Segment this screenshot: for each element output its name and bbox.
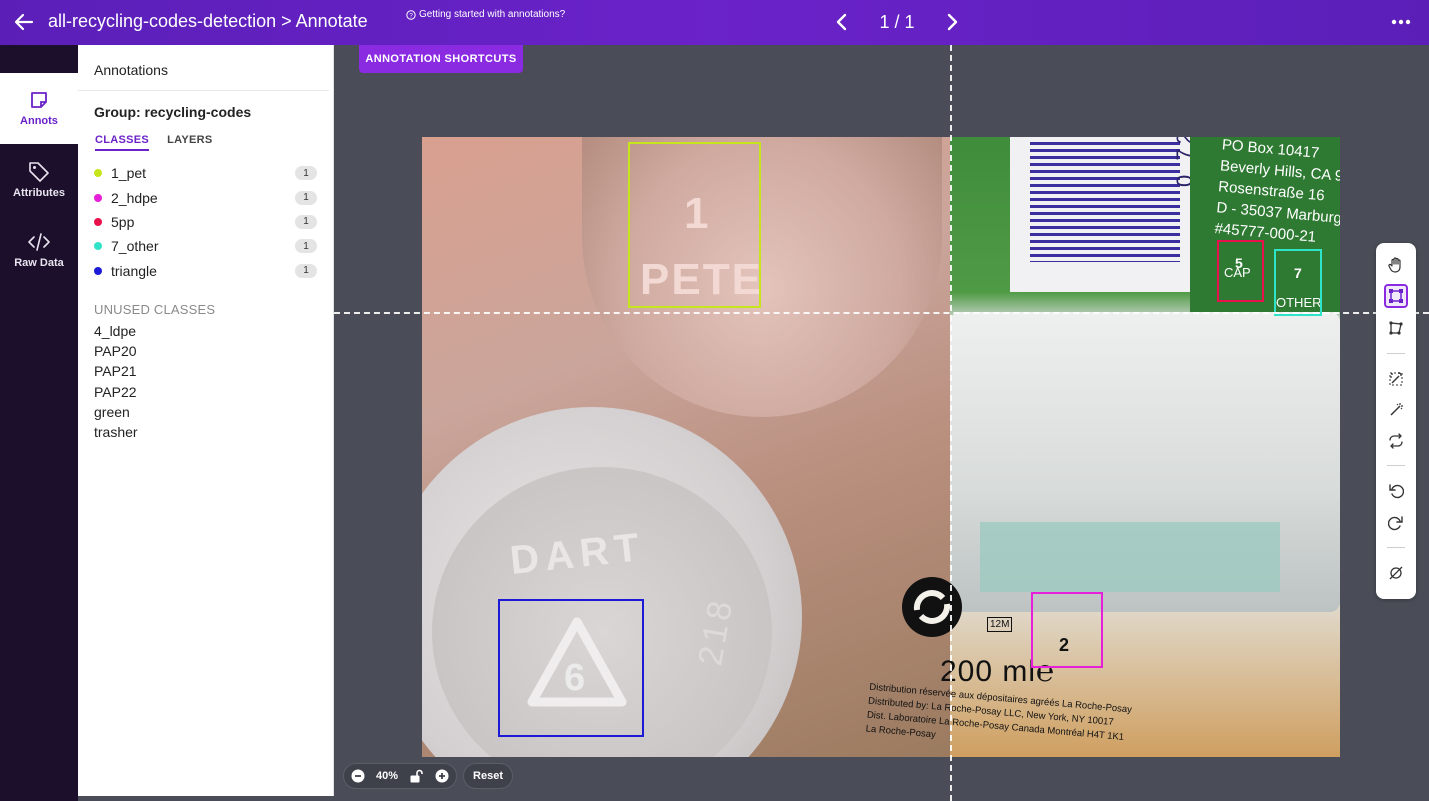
- arrow-left-icon[interactable]: [12, 10, 36, 34]
- class-color-dot: [94, 193, 102, 202]
- chevron-right-icon[interactable]: [940, 8, 964, 36]
- note-icon: [31, 92, 47, 108]
- class-color-dot: [94, 266, 102, 275]
- bbox-1-pet[interactable]: [628, 142, 761, 308]
- nav-item-label: Attributes: [13, 187, 65, 199]
- reset-zoom-button[interactable]: Reset: [463, 763, 513, 789]
- help-link[interactable]: ? Getting started with annotations?: [406, 9, 565, 20]
- class-color-dot: [94, 242, 102, 251]
- pager: 1 / 1: [830, 8, 964, 36]
- nav-item-attributes[interactable]: Attributes: [0, 144, 78, 215]
- toolbar-divider: [1387, 465, 1405, 466]
- hide-icon[interactable]: [1384, 561, 1408, 585]
- class-color-dot: [94, 217, 102, 226]
- bbox-triangle[interactable]: [498, 599, 644, 737]
- unused-class-item[interactable]: trasher: [94, 424, 317, 444]
- class-list: 1_pet 1 2_hdpe 1 5pp 1 7_other 1 triangl…: [78, 151, 333, 283]
- class-name: triangle: [111, 262, 157, 279]
- class-name: 1_pet: [111, 165, 147, 182]
- class-name: 7_other: [111, 238, 159, 255]
- bbox-7-other[interactable]: [1274, 249, 1322, 316]
- zoom-out-icon[interactable]: [350, 768, 366, 784]
- barcode: [1030, 142, 1180, 262]
- toolbar-divider: [1387, 547, 1405, 548]
- class-count-badge: 1: [295, 263, 317, 278]
- undo-icon[interactable]: [1384, 479, 1408, 503]
- nav-item-raw-data[interactable]: Raw Data: [0, 215, 78, 286]
- class-row-5pp[interactable]: 5pp 1: [94, 210, 317, 234]
- zoom-controls: 40% Reset: [343, 763, 513, 789]
- class-count-badge: 1: [295, 239, 317, 254]
- zoom-level: 40%: [376, 770, 399, 782]
- unused-class-item[interactable]: PAP21: [94, 363, 317, 383]
- code-icon: [28, 233, 50, 251]
- nav-item-label: Annots: [20, 115, 58, 127]
- page-counter: 1 / 1: [879, 11, 915, 32]
- class-name: 5pp: [111, 213, 135, 230]
- class-name: 2_hdpe: [111, 189, 158, 206]
- chevron-left-icon[interactable]: [830, 8, 854, 36]
- class-row-triangle[interactable]: triangle 1: [94, 259, 317, 283]
- left-nav: Annots Attributes Raw Data: [0, 45, 78, 801]
- zoom-in-icon[interactable]: [434, 768, 450, 784]
- class-color-dot: [94, 169, 102, 178]
- unused-class-item[interactable]: 4_ldpe: [94, 323, 317, 343]
- tool-palette: [1376, 243, 1416, 599]
- tab-layers[interactable]: LAYERS: [167, 134, 212, 151]
- annotation-canvas[interactable]: ANNOTATION SHORTCUTS PETE 1 DART 218 6 0…: [334, 45, 1429, 801]
- hand-pan-icon[interactable]: [1384, 253, 1408, 277]
- bounding-box-icon[interactable]: [1384, 284, 1408, 308]
- toolbar-divider: [1387, 353, 1405, 354]
- tag-icon: [29, 162, 49, 182]
- address-text: PO Box 10417 Beverly Hills, CA 90213 Ros…: [1213, 137, 1340, 246]
- polygon-icon[interactable]: [1384, 316, 1408, 340]
- class-count-badge: 1: [295, 214, 317, 229]
- crosshair-vertical: [950, 45, 952, 801]
- class-count-badge: 1: [295, 190, 317, 205]
- annotations-panel: Annotations Group: recycling-codes CLASS…: [78, 45, 334, 796]
- class-row-2-hdpe[interactable]: 2_hdpe 1: [94, 185, 317, 209]
- period-after-opening: 12M: [987, 617, 1013, 632]
- panel-tabs: CLASSES LAYERS: [78, 120, 333, 151]
- bbox-5pp[interactable]: [1217, 240, 1264, 302]
- unused-class-item[interactable]: PAP22: [94, 384, 317, 404]
- nav-spacer: [0, 45, 78, 73]
- lock-open-icon[interactable]: [408, 768, 424, 784]
- panel-title: Annotations: [78, 45, 329, 91]
- unused-class-item[interactable]: green: [94, 404, 317, 424]
- tab-classes[interactable]: CLASSES: [95, 134, 150, 151]
- help-link-label: Getting started with annotations?: [419, 9, 566, 20]
- top-bar: all-recycling-codes-detection > Annotate…: [0, 0, 1429, 45]
- more-horizontal-icon[interactable]: [1389, 12, 1413, 32]
- repeat-icon[interactable]: [1384, 429, 1408, 453]
- magic-select-icon[interactable]: [1384, 367, 1408, 391]
- group-title: Group: recycling-codes: [94, 104, 252, 120]
- class-row-7-other[interactable]: 7_other 1: [94, 234, 317, 258]
- unused-class-item[interactable]: PAP20: [94, 343, 317, 363]
- annotated-image[interactable]: PETE 1 DART 218 6 0 72151 PO Box 10417 B…: [422, 137, 1340, 757]
- nav-item-annots[interactable]: Annots: [0, 73, 78, 144]
- unused-classes-title: UNUSED CLASSES: [94, 301, 216, 317]
- class-count-badge: 1: [295, 166, 317, 181]
- tub-green-band: [980, 522, 1280, 592]
- class-row-1-pet[interactable]: 1_pet 1: [94, 161, 317, 185]
- magic-wand-icon[interactable]: [1384, 398, 1408, 422]
- annotation-shortcuts-button[interactable]: ANNOTATION SHORTCUTS: [359, 45, 523, 73]
- unused-class-list: 4_ldpe PAP20 PAP21 PAP22 green trasher: [78, 323, 333, 444]
- bbox-2-hdpe[interactable]: [1031, 592, 1103, 668]
- recycle-arrows-icon: [902, 577, 962, 637]
- nav-item-label: Raw Data: [14, 257, 64, 269]
- help-circle-icon: ?: [406, 9, 416, 20]
- zoom-group: 40%: [343, 763, 458, 789]
- breadcrumb[interactable]: all-recycling-codes-detection > Annotate: [48, 11, 368, 32]
- svg-text:?: ?: [409, 12, 413, 19]
- crosshair-horizontal: [334, 312, 1429, 314]
- redo-icon[interactable]: [1384, 511, 1408, 535]
